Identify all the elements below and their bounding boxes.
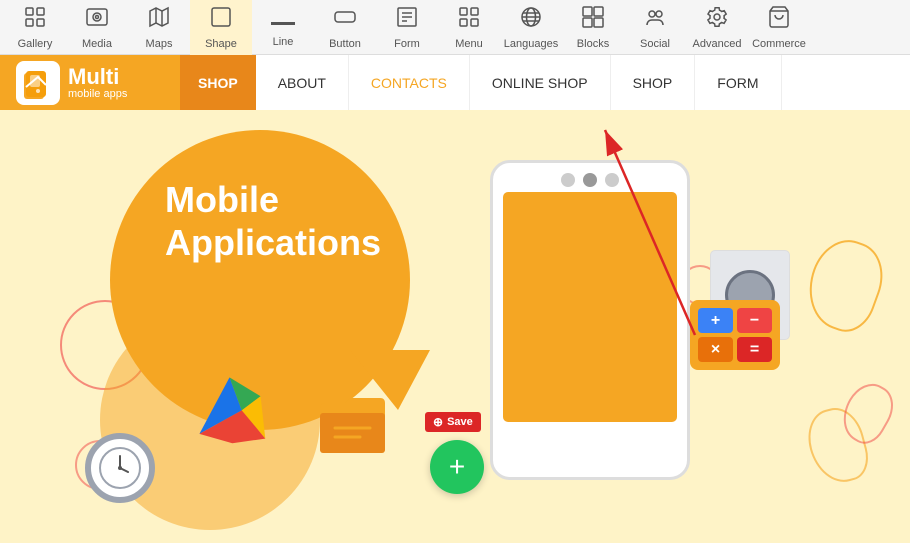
toolbar-maps[interactable]: Maps xyxy=(128,0,190,55)
menu-icon xyxy=(457,5,481,35)
main-content: Mobile Applications + − × = xyxy=(0,110,910,543)
folder-icon xyxy=(315,393,390,463)
navbar: Multi mobile apps SHOP ABOUT CONTACTS ON… xyxy=(0,55,910,110)
languages-icon xyxy=(519,5,543,35)
nav-online-shop[interactable]: ONLINE SHOP xyxy=(470,55,611,110)
red-arrow xyxy=(570,120,700,345)
calc-widget: + − × = xyxy=(690,300,780,370)
menu-label: Menu xyxy=(455,38,483,50)
shape-icon xyxy=(209,5,233,35)
maps-label: Maps xyxy=(146,38,173,50)
toolbar-blocks[interactable]: Blocks xyxy=(562,0,624,55)
toolbar-languages[interactable]: Languages xyxy=(500,0,562,55)
toolbar-form[interactable]: Form xyxy=(376,0,438,55)
toolbar-button[interactable]: Button xyxy=(314,0,376,55)
gallery-label: Gallery xyxy=(18,38,53,50)
button-label: Button xyxy=(329,38,361,50)
toolbar-advanced[interactable]: Advanced xyxy=(686,0,748,55)
advanced-icon xyxy=(705,5,729,35)
save-text: Save xyxy=(447,416,473,428)
calc-multiply: × xyxy=(698,337,733,362)
nav-links: ABOUT CONTACTS ONLINE SHOP SHOP FORM xyxy=(256,55,910,110)
toolbar-shape[interactable]: Shape xyxy=(190,0,252,55)
social-icon xyxy=(643,5,667,35)
toolbar: Gallery Media Maps Shape xyxy=(0,0,910,55)
shop-button[interactable]: SHOP xyxy=(180,55,256,110)
toolbar-social[interactable]: Social xyxy=(624,0,686,55)
media-label: Media xyxy=(82,38,112,50)
clock-icon xyxy=(85,433,155,503)
toolbar-line[interactable]: Line xyxy=(252,0,314,55)
commerce-icon xyxy=(767,5,791,35)
hero-line2: Applications xyxy=(165,221,525,264)
hero-line1: Mobile xyxy=(165,178,525,221)
form-label: Form xyxy=(394,38,420,50)
plus-button[interactable]: + xyxy=(430,440,484,494)
logo-main: Multi xyxy=(68,66,127,88)
toolbar-menu[interactable]: Menu xyxy=(438,0,500,55)
plus-icon: + xyxy=(449,451,465,483)
blocks-icon xyxy=(581,5,605,35)
calc-minus: − xyxy=(737,308,772,333)
nav-form[interactable]: FORM xyxy=(695,55,781,110)
line-icon xyxy=(271,7,295,33)
gallery-icon xyxy=(23,5,47,35)
logo-text: Multi mobile apps xyxy=(68,66,127,100)
languages-label: Languages xyxy=(504,38,558,50)
nav-contacts[interactable]: CONTACTS xyxy=(349,55,470,110)
hero-text: Mobile Applications xyxy=(165,178,525,264)
line-label: Line xyxy=(273,36,294,48)
media-icon xyxy=(85,5,109,35)
toolbar-commerce[interactable]: Commerce xyxy=(748,0,810,55)
toolbar-gallery[interactable]: Gallery xyxy=(4,0,66,55)
maps-toolbar-icon xyxy=(147,5,171,35)
advanced-label: Advanced xyxy=(693,38,742,50)
maps-icon xyxy=(190,368,270,453)
button-icon xyxy=(333,5,357,35)
toolbar-media[interactable]: Media xyxy=(66,0,128,55)
form-icon xyxy=(395,5,419,35)
logo-sub: mobile apps xyxy=(68,88,127,100)
shape-label: Shape xyxy=(205,38,237,50)
calc-equals: = xyxy=(737,337,772,362)
logo-icon xyxy=(16,61,60,105)
blocks-label: Blocks xyxy=(577,38,609,50)
nav-about[interactable]: ABOUT xyxy=(256,55,349,110)
social-label: Social xyxy=(640,38,670,50)
commerce-label: Commerce xyxy=(752,38,806,50)
calc-plus: + xyxy=(698,308,733,333)
nav-logo: Multi mobile apps xyxy=(0,55,180,110)
nav-shop[interactable]: SHOP xyxy=(611,55,696,110)
save-badge: Save xyxy=(425,412,481,432)
